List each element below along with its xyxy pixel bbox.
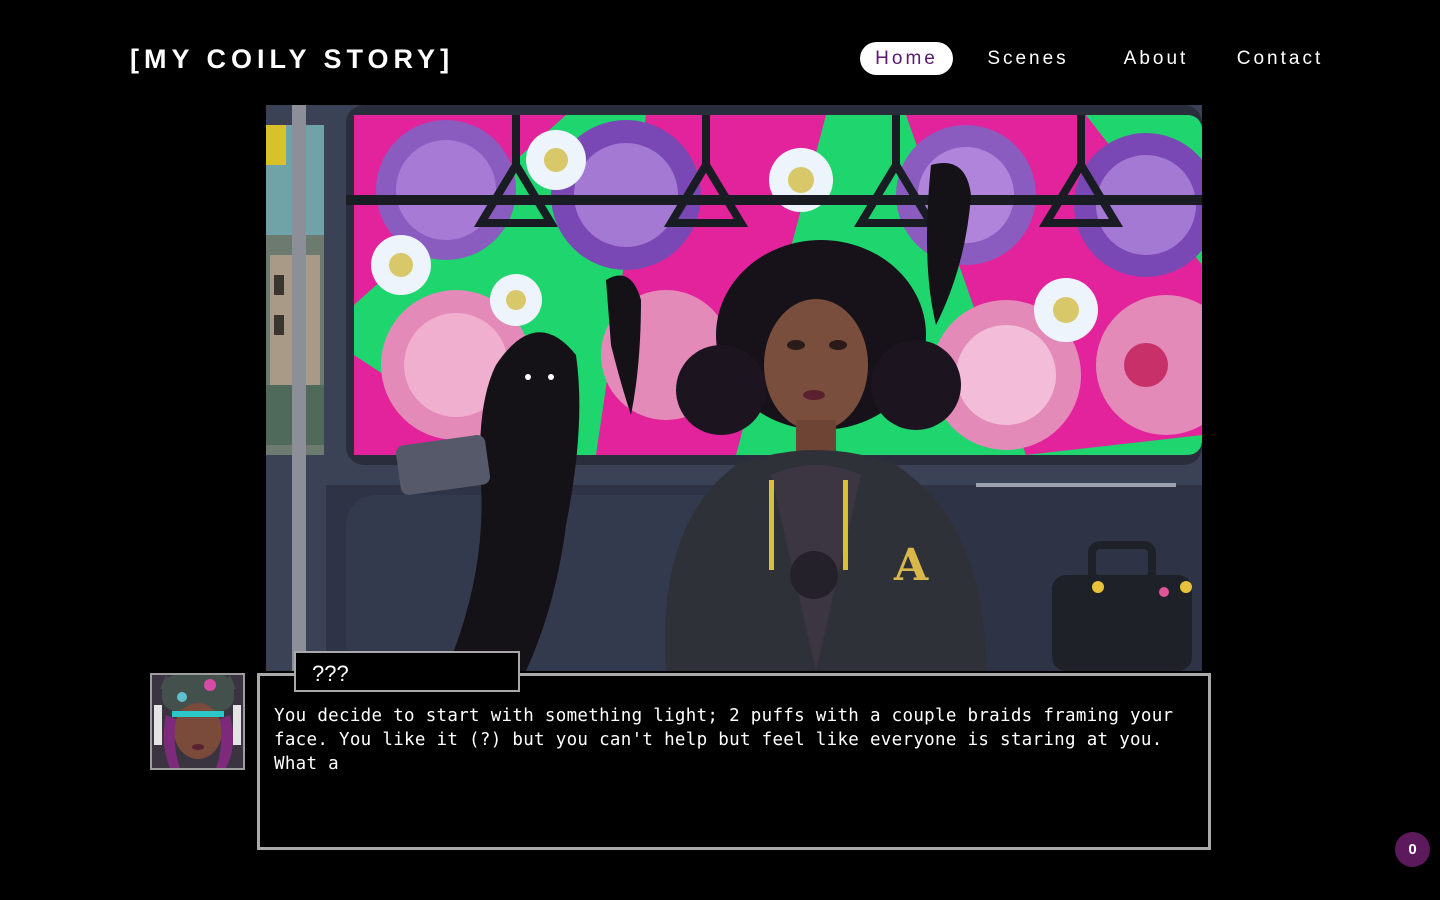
nav-about[interactable]: About xyxy=(1112,42,1200,75)
nav-home[interactable]: Home xyxy=(860,42,953,75)
nav-contact[interactable]: Contact xyxy=(1230,42,1330,75)
speaker-avatar xyxy=(150,673,245,770)
story-scene-image: A xyxy=(266,105,1202,671)
site-title[interactable]: [MY COILY STORY] xyxy=(130,44,454,75)
nav-scenes[interactable]: Scenes xyxy=(980,42,1076,75)
speaker-name: ??? xyxy=(294,651,520,692)
dialog-text: You decide to start with something light… xyxy=(274,706,1174,774)
counter-badge[interactable]: 0 xyxy=(1395,832,1430,867)
jacket-letter: A xyxy=(893,540,929,591)
